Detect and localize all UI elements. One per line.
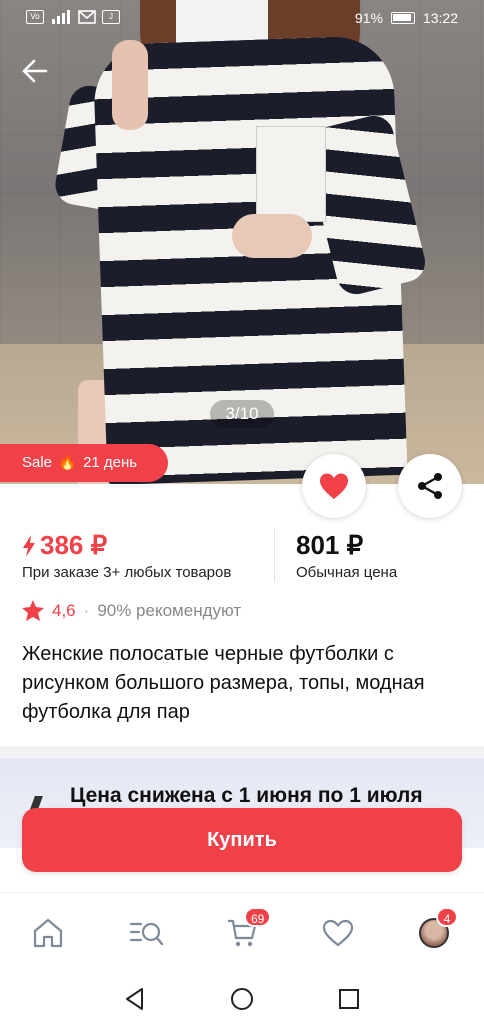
price-divider	[274, 528, 275, 582]
sale-badge-days: 21 день	[83, 454, 138, 471]
sale-badge: Sale 🔥 21 день	[0, 444, 168, 482]
battery-icon	[390, 12, 415, 24]
battery-percent: 91%	[354, 10, 383, 26]
arrow-left-icon	[22, 59, 48, 83]
price-section: 386 ₽ При заказе 3+ любых товаров 801 ₽ …	[0, 524, 484, 588]
tab-catalog-search[interactable]	[126, 913, 166, 953]
regular-price: 801 ₽	[296, 530, 364, 560]
signal-icon	[52, 10, 70, 24]
heart-filled-icon	[320, 473, 348, 499]
volte-icon: Vo	[26, 10, 44, 24]
share-button[interactable]	[398, 454, 462, 518]
lightning-icon	[23, 534, 35, 557]
flame-icon: 🔥	[58, 454, 77, 471]
sale-badge-label: Sale	[22, 454, 53, 471]
catalog-search-icon	[129, 922, 163, 946]
clock: 13:22	[422, 10, 458, 26]
rating-separator: ·	[83, 600, 90, 620]
promo-text: Цена снижена с 1 июня по 1 июля	[70, 784, 423, 807]
image-page-indicator: 3/10	[210, 400, 274, 428]
rating-row[interactable]: 4,6 · 90% рекомендуют	[22, 600, 241, 621]
status-left-icons: Vo J	[26, 10, 120, 24]
nav-recents-icon[interactable]	[336, 986, 362, 1012]
mail-icon	[78, 10, 96, 24]
cart-count-badge: 69	[244, 907, 272, 927]
section-divider	[0, 746, 484, 758]
favorite-button[interactable]	[302, 454, 366, 518]
bottom-tab-bar: 69 4	[0, 892, 484, 974]
status-bar: Vo J 91% 13:22	[0, 0, 484, 36]
photo-arm	[112, 40, 148, 130]
home-icon	[33, 918, 63, 948]
product-image-gallery[interactable]: 3/10 Sale 🔥 21 день	[0, 0, 484, 484]
tab-profile[interactable]: 4	[414, 907, 458, 953]
photo-hand	[232, 214, 312, 258]
app-notification-icon: J	[102, 10, 120, 24]
photo-shirt-print	[256, 126, 326, 222]
recommend-percent: 90% рекомендуют	[97, 600, 242, 620]
tab-cart[interactable]: 69	[222, 907, 272, 953]
nav-back-icon[interactable]	[122, 986, 148, 1012]
regular-price-label: Обычная цена	[296, 564, 398, 581]
star-icon	[22, 600, 44, 621]
back-button[interactable]	[22, 58, 56, 92]
tab-home[interactable]	[28, 913, 68, 953]
heart-outline-icon	[322, 919, 354, 947]
buy-button[interactable]: Купить	[22, 808, 462, 872]
rating-value: 4,6	[52, 600, 76, 620]
sale-price-condition: При заказе 3+ любых товаров	[22, 564, 232, 581]
sale-price-value: 386 ₽	[40, 530, 108, 560]
tab-favorites[interactable]	[318, 913, 358, 953]
product-title: Женские полосатые черные футболки с рису…	[22, 643, 425, 723]
share-icon	[418, 473, 442, 499]
sale-price: 386 ₽	[22, 530, 107, 561]
nav-home-icon[interactable]	[229, 986, 255, 1012]
profile-badge: 4	[436, 907, 458, 927]
status-right: 91% 13:22	[355, 10, 458, 26]
system-nav-bar	[0, 974, 484, 1024]
